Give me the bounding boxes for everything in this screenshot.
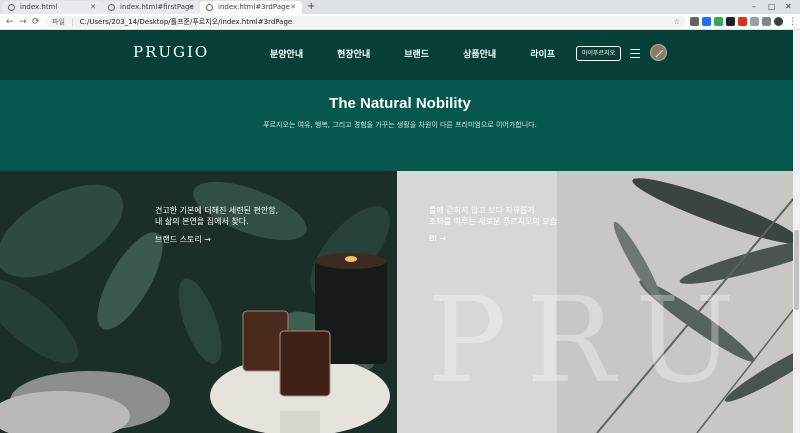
minimize-icon[interactable]: – [752,0,756,14]
my-prugio-button[interactable]: 마이푸르지오 [576,46,622,61]
bi-link[interactable]: BI → [429,234,446,243]
star-icon[interactable]: ☆ [674,16,680,28]
maximize-icon[interactable]: □ [768,0,776,14]
tab-index[interactable]: index.html ✕ [2,1,102,14]
url-text: C:/Users/203_14/Desktop/플프준/푸르지오/index.h… [79,18,293,26]
divider: | [71,18,74,26]
hero-subtitle: 푸르지오는 여유, 행복, 그리고 경험을 가꾸는 생활을 차원이 다른 프리미… [263,121,537,129]
browser-toolbar: ← → ⟳ 파일 | C:/Users/203_14/Desktop/플프준/푸… [0,14,800,30]
brand-copy-line-1: 견고한 기본에 더해진 세련된 편안함, [155,206,279,215]
tab-title: index.html#3rdPage [218,3,290,11]
logo[interactable]: PRUGIO [133,43,209,61]
bi-copy-line-1: 틀에 갇히지 않고 보다 자유롭게 [429,206,535,215]
extension-green-icon[interactable] [714,17,723,26]
hero-title: The Natural Nobility [329,95,471,112]
tab-title: index.html [20,3,58,11]
bi-panel[interactable]: PRU 틀에 갇히지 않고 보다 자유롭게 조화를 이루는 새로운 푸르지오의 … [397,171,800,433]
camera-icon[interactable] [690,17,699,26]
close-icon[interactable]: ✕ [188,1,194,13]
prugio-watermark: PRU [427,271,755,409]
menu-icon[interactable]: ⋮ [788,16,797,28]
extension-blue-icon[interactable] [702,17,711,26]
close-window-icon[interactable]: ✕ [785,0,792,14]
hamburger-menu-icon[interactable] [630,49,640,58]
scrollbar[interactable] [793,30,800,433]
nav-item-life[interactable]: 라이프 [530,47,555,60]
globe-icon [206,4,213,11]
avatar[interactable] [650,44,667,61]
address-bar[interactable]: 파일 | C:/Users/203_14/Desktop/플프준/푸르지오/in… [46,16,686,28]
hero-section: The Natural Nobility 푸르지오는 여유, 행복, 그리고 경… [0,80,800,171]
slash-icon [655,49,664,58]
close-icon[interactable]: ✕ [290,1,296,13]
extension-dark-icon[interactable] [726,17,735,26]
tab-first-page[interactable]: index.html#firstPage ✕ [102,1,200,14]
reload-icon[interactable]: ⟳ [32,16,40,28]
tab-title: index.html#firstPage [120,3,194,11]
brand-story-link[interactable]: 브랜드 스토리 → [155,234,211,245]
brand-story-panel[interactable]: 견고한 기본에 더해진 세련된 편안함, 내 삶의 본연을 집에서 찾다. 브랜… [0,171,397,433]
close-icon[interactable]: ✕ [90,1,96,13]
forward-icon[interactable]: → [19,16,27,28]
main-nav: 분양안내 현장안내 브랜드 상품안내 라이프 [270,47,589,60]
site-info-label[interactable]: 파일 [52,18,65,26]
nav-item-sale-info[interactable]: 분양안내 [270,47,303,60]
nav-item-brand[interactable]: 브랜드 [404,47,429,60]
extension-gray2-icon[interactable] [762,17,771,26]
extension-gray-icon[interactable] [750,17,759,26]
new-tab-icon[interactable]: + [307,0,315,14]
browser-tab-bar: index.html ✕ index.html#firstPage ✕ inde… [0,0,800,14]
profile-icon[interactable] [774,17,783,26]
web-page: PRUGIO 분양안내 현장안내 브랜드 상품안내 라이프 마이푸르지오 The… [0,30,800,433]
bi-copy-line-2: 조화를 이루는 새로운 푸르지오의 모습 [429,217,557,226]
brand-copy-line-2: 내 삶의 본연을 집에서 찾다. [155,217,249,226]
globe-icon [8,4,15,11]
site-header: PRUGIO 분양안내 현장안내 브랜드 상품안내 라이프 마이푸르지오 [0,30,800,80]
back-icon[interactable]: ← [6,16,14,28]
extension-red-icon[interactable] [738,17,747,26]
nav-item-products[interactable]: 상품안내 [463,47,496,60]
nav-item-site-info[interactable]: 현장안내 [337,47,370,60]
tab-3rd-page[interactable]: index.html#3rdPage ✕ [200,1,302,14]
scroll-thumb[interactable] [794,230,799,310]
globe-icon [108,4,115,11]
